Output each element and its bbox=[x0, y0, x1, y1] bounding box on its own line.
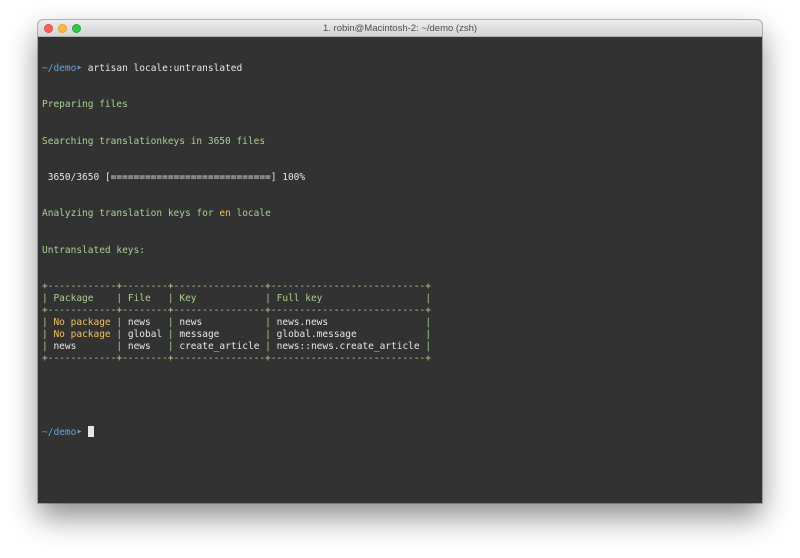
title-bar: 1. robin@Macintosh-2: ~/demo (zsh) bbox=[38, 20, 762, 37]
prompt-arrow-icon: ➤ bbox=[76, 63, 83, 75]
output-searching: Searching translationkeys in 3650 files bbox=[42, 135, 266, 147]
table-border-header: +------------+--------+----------------+… bbox=[42, 305, 431, 317]
output-analyzing: Analyzing translation keys for en locale bbox=[42, 208, 758, 220]
table-cell: No package bbox=[53, 329, 111, 341]
table-cell: global bbox=[127, 329, 163, 341]
table-cell: news bbox=[127, 341, 151, 353]
terminal-window: 1. robin@Macintosh-2: ~/demo (zsh) ~/dem… bbox=[38, 20, 762, 503]
table-row: | No package | global | message | global… bbox=[42, 329, 432, 341]
window-title: 1. robin@Macintosh-2: ~/demo (zsh) bbox=[322, 23, 478, 34]
table-border-bottom: +------------+--------+----------------+… bbox=[42, 353, 431, 365]
analyzing-prefix: Analyzing translation keys for bbox=[42, 208, 220, 220]
analyzing-locale: en bbox=[219, 208, 231, 220]
active-prompt-arrow-icon: ➤ bbox=[76, 427, 83, 438]
table-cell: news bbox=[53, 341, 77, 353]
table-cell: news bbox=[127, 317, 151, 329]
terminal-output[interactable]: ~/demo➤ artisan locale:untranslated Prep… bbox=[42, 39, 758, 503]
entered-command: artisan locale:untranslated bbox=[87, 63, 243, 75]
text-cursor bbox=[87, 426, 94, 437]
table-cell: message bbox=[179, 329, 220, 341]
table-cell: global.message bbox=[276, 329, 357, 341]
prompt-path: ~/demo bbox=[42, 63, 77, 75]
analyzing-suffix: locale bbox=[230, 208, 271, 220]
untranslated-keys-table: +------------+--------+----------------+… bbox=[42, 281, 758, 366]
output-untranslated: Untranslated keys: bbox=[42, 244, 145, 256]
command-line: ~/demo➤ artisan locale:untranslated bbox=[42, 63, 758, 75]
table-cell: news bbox=[179, 317, 203, 329]
output-preparing: Preparing files bbox=[42, 99, 128, 111]
table-cell: File bbox=[127, 292, 151, 304]
table-cell: news::news.create_article bbox=[276, 341, 420, 353]
table-cell: Key bbox=[179, 292, 197, 304]
table-cell: Package bbox=[53, 292, 94, 304]
output-progress: 3650/3650 [============================]… bbox=[42, 172, 306, 184]
table-header-row: | Package | File | Key | Full key | bbox=[42, 292, 432, 304]
table-row: | news | news | create_article | news::n… bbox=[42, 341, 432, 353]
active-prompt-line[interactable]: ~/demo➤ bbox=[42, 426, 758, 438]
active-prompt-path: ~/demo bbox=[42, 427, 77, 438]
table-cell: create_article bbox=[179, 341, 260, 353]
table-border-top: +------------+--------+----------------+… bbox=[42, 280, 431, 292]
table-row: | No package | news | news | news.news | bbox=[42, 317, 432, 329]
table-cell: No package bbox=[53, 317, 111, 329]
table-cell: Full key bbox=[276, 292, 323, 304]
table-cell: news.news bbox=[276, 317, 329, 329]
